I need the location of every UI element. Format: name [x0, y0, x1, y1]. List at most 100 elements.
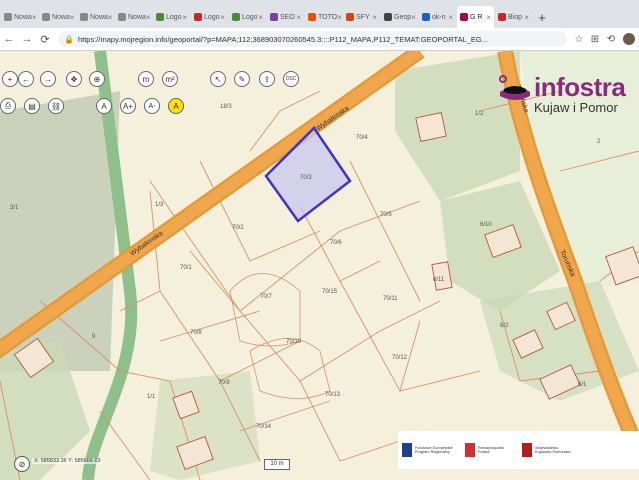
forward-arrow-button[interactable]: →: [40, 71, 56, 87]
print-button[interactable]: ⎙: [0, 98, 16, 114]
tab-label: Geop: [394, 13, 412, 21]
reload-icon[interactable]: ⟳: [36, 33, 54, 46]
browser-tab[interactable]: Geop ×: [381, 6, 418, 28]
close-icon[interactable]: ×: [337, 13, 342, 22]
close-icon[interactable]: ×: [448, 13, 453, 22]
arrow-left-icon: ←: [22, 74, 30, 84]
fullscreen-icon: ⊕: [93, 74, 101, 84]
close-icon[interactable]: ×: [32, 13, 37, 22]
back-arrow-button[interactable]: ←: [18, 71, 34, 87]
parcel-label: 6/1: [578, 382, 587, 388]
measure-area-button[interactable]: m²: [162, 71, 178, 87]
parcel-label: 70/9: [218, 380, 230, 386]
parcel-label: 70/11: [383, 296, 398, 302]
browser-tab[interactable]: SEO ×: [267, 6, 304, 28]
partner-label: Rzeczpospolita Polska: [478, 445, 504, 455]
parcel-label: 70/14: [256, 424, 272, 430]
browser-tab[interactable]: Logo ×: [191, 6, 228, 28]
partner-logos: Fundusze Europejskie Program Regionalny R…: [398, 431, 639, 469]
close-icon[interactable]: ×: [524, 13, 529, 22]
close-icon[interactable]: ×: [486, 13, 491, 22]
building: [415, 112, 447, 142]
tab-favicon-icon: [346, 13, 354, 21]
forward-icon[interactable]: →: [18, 33, 36, 45]
parcel-label: 1/2: [475, 111, 484, 117]
close-icon[interactable]: ×: [108, 13, 113, 22]
browser-tab[interactable]: TOTO ×: [305, 6, 342, 28]
parcel-label: 70/2: [232, 225, 244, 231]
compass-icon[interactable]: ⊘: [14, 456, 30, 472]
history-icon[interactable]: ⟲: [603, 34, 619, 45]
close-icon[interactable]: ×: [220, 13, 225, 22]
extensions-icon[interactable]: ⊞: [587, 34, 603, 45]
save-button[interactable]: ▤: [24, 98, 40, 114]
browser-tab[interactable]: Logo ×: [153, 6, 190, 28]
browser-tab[interactable]: Nowa ×: [115, 6, 152, 28]
browser-tab[interactable]: Nowa ×: [39, 6, 76, 28]
export-button[interactable]: ⇪: [259, 71, 275, 87]
ruler-icon: m: [142, 74, 150, 84]
parcel-label: 70/10: [286, 339, 302, 345]
tab-label: ok-n: [432, 13, 446, 21]
browser-tab[interactable]: ok-n ×: [419, 6, 456, 28]
parcel-label: 6/10: [480, 222, 492, 228]
tab-label: G R: [470, 13, 483, 21]
tab-label: SFY: [356, 13, 370, 21]
tab-label: Logo: [204, 13, 220, 21]
parcel-label: 70/6: [330, 240, 342, 246]
parcel-label: 70/8: [190, 330, 202, 336]
garden-area-5: [150, 371, 260, 480]
parcel-label: 1/3: [155, 202, 164, 208]
partner-logo: Województwo Kujawsko-Pomorskie: [522, 443, 575, 457]
avatar[interactable]: [623, 33, 635, 45]
pencil-icon: ✎: [238, 74, 246, 84]
tab-favicon-icon: [118, 13, 126, 21]
edit-button[interactable]: ✎: [234, 71, 250, 87]
new-tab-button[interactable]: +: [532, 6, 552, 28]
tab-favicon-icon: [156, 13, 164, 21]
fullscreen-button[interactable]: ⊕: [89, 71, 105, 87]
osc-button[interactable]: OSC: [283, 71, 299, 87]
close-icon[interactable]: ×: [70, 13, 75, 22]
high-contrast-button[interactable]: A: [168, 98, 184, 114]
close-icon[interactable]: ×: [258, 13, 263, 22]
browser-tab[interactable]: Logo ×: [229, 6, 266, 28]
partner-logo: Rzeczpospolita Polska: [465, 443, 512, 457]
parcel-label: 70/13: [325, 392, 341, 398]
browser-tab[interactable]: Biop ×: [495, 6, 532, 28]
map-canvas[interactable]: Wybalenska Wybalenska Toruńska Toruńska …: [0, 51, 639, 480]
parcel-label: 1/1: [147, 394, 156, 400]
star-icon[interactable]: ☆: [571, 34, 587, 45]
parcel-label: 3/1: [10, 205, 19, 211]
text-larger-button[interactable]: A+: [120, 98, 136, 114]
partner-emblem-icon: [522, 443, 532, 457]
browser-tab[interactable]: SFY ×: [343, 6, 380, 28]
link-button[interactable]: ⛓: [48, 98, 64, 114]
osc-label: OSC: [285, 76, 297, 82]
map-view[interactable]: Wybalenska Wybalenska Toruńska Toruńska …: [0, 51, 639, 480]
close-icon[interactable]: ×: [372, 13, 377, 22]
text-smaller-button[interactable]: A-: [144, 98, 160, 114]
text-normal-button[interactable]: A: [96, 98, 112, 114]
tab-label: Biop: [508, 13, 523, 21]
pan-button[interactable]: ✥: [66, 71, 82, 87]
browser-tab[interactable]: G R ×: [457, 6, 494, 28]
zoom-in-button[interactable]: +: [2, 71, 18, 87]
close-icon[interactable]: ×: [182, 13, 187, 22]
infostrada-logo: infostra Kujaw i Pomor: [498, 74, 626, 115]
back-icon[interactable]: ←: [0, 33, 18, 45]
parcel-label: 6/11: [433, 277, 445, 283]
pan-icon: ✥: [70, 74, 78, 84]
browser-tab[interactable]: Nowa ×: [77, 6, 114, 28]
measure-length-button[interactable]: m: [138, 71, 154, 87]
close-icon[interactable]: ×: [411, 13, 416, 22]
tab-favicon-icon: [80, 13, 88, 21]
export-icon: ⇪: [263, 74, 271, 84]
select-button[interactable]: ↖: [210, 71, 226, 87]
close-icon[interactable]: ×: [296, 13, 301, 22]
browser-tab[interactable]: Nowa ×: [1, 6, 38, 28]
partner-label: Województwo Kujawsko-Pomorskie: [535, 445, 571, 455]
url-field[interactable]: 🔒 https://mapy.mojregion.info/geoportal/?…: [58, 31, 567, 47]
parcel-label: 70/15: [322, 289, 338, 295]
close-icon[interactable]: ×: [146, 13, 151, 22]
